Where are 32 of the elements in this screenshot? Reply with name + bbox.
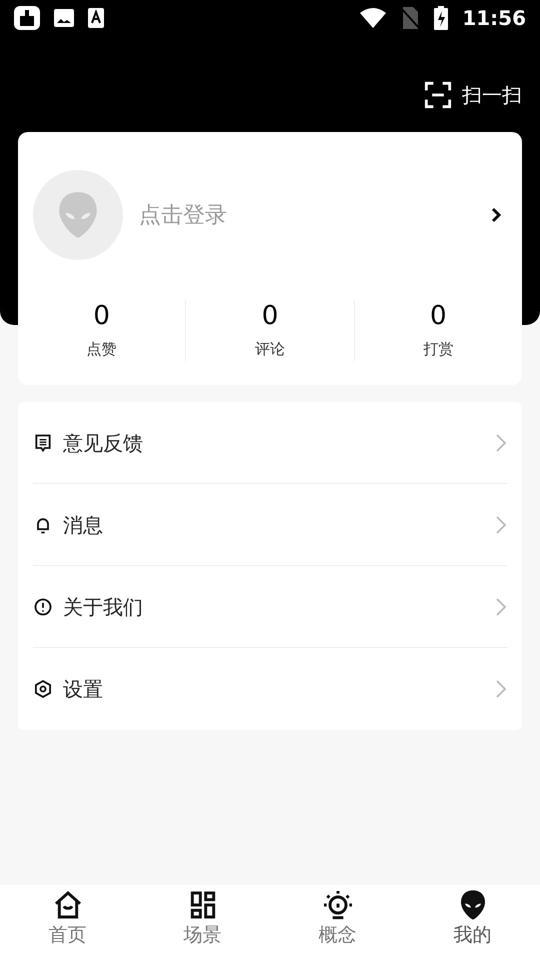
- menu-item[interactable]: 关于我们: [33, 566, 507, 648]
- nav-tab[interactable]: 我的: [405, 885, 540, 960]
- chevron-right-icon: [490, 206, 502, 224]
- scan-button[interactable]: 扫一扫: [424, 80, 522, 110]
- status-time: 11:56: [462, 5, 526, 32]
- menu-item[interactable]: 消息: [33, 484, 507, 566]
- chevron-right-icon: [495, 596, 507, 616]
- stat-label: 点赞: [86, 339, 117, 360]
- chevron-right-icon: [495, 432, 507, 452]
- font-icon: [88, 8, 104, 28]
- chevron-right-icon: [495, 679, 507, 699]
- chevron-right-icon: [495, 514, 507, 534]
- stat-value: 0: [430, 300, 447, 332]
- stat-label: 打赏: [423, 339, 454, 360]
- nav-tab[interactable]: 概念: [270, 885, 405, 960]
- wifi-icon: [360, 8, 386, 28]
- settings-icon: [33, 679, 53, 699]
- no-sim-icon: [400, 7, 420, 29]
- scan-icon: [424, 81, 452, 109]
- nav-tab[interactable]: 场景: [135, 885, 270, 960]
- menu-item[interactable]: 意见反馈: [33, 402, 507, 484]
- stat-value: 0: [93, 300, 110, 332]
- exclamation-circle-icon: [33, 596, 53, 616]
- menu-item[interactable]: 设置: [33, 648, 507, 730]
- list-note-icon: [33, 432, 53, 452]
- stat-label: 评论: [254, 339, 285, 360]
- nav-tab[interactable]: 首页: [0, 885, 135, 960]
- lightbulb-icon: [322, 889, 354, 921]
- stat-value: 0: [262, 300, 278, 332]
- battery-charging-icon: [434, 6, 448, 30]
- image-icon: [54, 8, 74, 28]
- login-text: 点击登录: [139, 202, 228, 230]
